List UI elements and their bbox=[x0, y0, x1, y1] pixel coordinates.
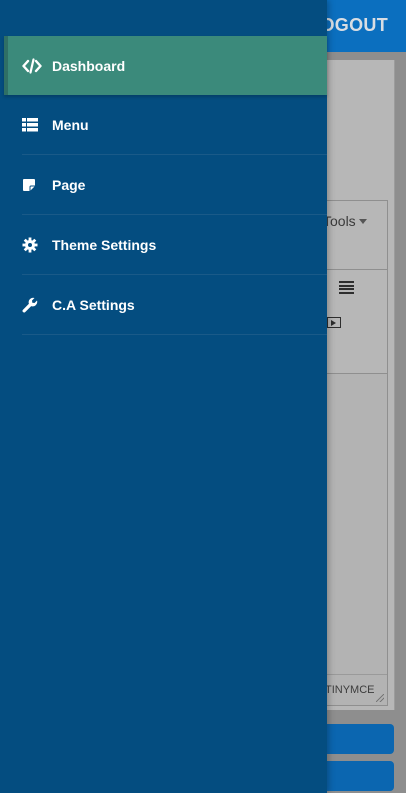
sidebar-item-menu[interactable]: Menu bbox=[22, 95, 327, 155]
gear-icon bbox=[22, 236, 44, 254]
sidebar-item-page[interactable]: Page bbox=[22, 155, 327, 215]
code-icon bbox=[22, 57, 44, 75]
sidebar-item-label: Dashboard bbox=[52, 57, 126, 74]
navigation-drawer: Dashboard Menu Page Theme Settings C.A S… bbox=[0, 0, 327, 793]
sticky-note-icon bbox=[22, 176, 44, 194]
tinymce-branding[interactable]: TINYMCE bbox=[325, 684, 375, 696]
sidebar-item-label: Menu bbox=[52, 116, 89, 133]
insert-media-icon[interactable] bbox=[327, 317, 341, 328]
align-justify-icon[interactable] bbox=[339, 281, 354, 294]
wrench-icon bbox=[22, 296, 44, 314]
tools-menu[interactable]: Tools bbox=[323, 213, 356, 229]
sidebar-item-label: C.A Settings bbox=[52, 296, 135, 313]
sidebar-item-ca-settings[interactable]: C.A Settings bbox=[22, 275, 327, 335]
sidebar-nav: Dashboard Menu Page Theme Settings C.A S… bbox=[0, 36, 327, 335]
resize-handle-icon[interactable] bbox=[376, 694, 384, 702]
sidebar-item-theme-settings[interactable]: Theme Settings bbox=[22, 215, 327, 275]
sidebar-item-label: Theme Settings bbox=[52, 236, 157, 253]
chevron-down-icon bbox=[359, 219, 367, 224]
sidebar-item-label: Page bbox=[52, 176, 86, 193]
sidebar-item-dashboard[interactable]: Dashboard bbox=[4, 36, 327, 95]
list-icon bbox=[22, 116, 44, 134]
